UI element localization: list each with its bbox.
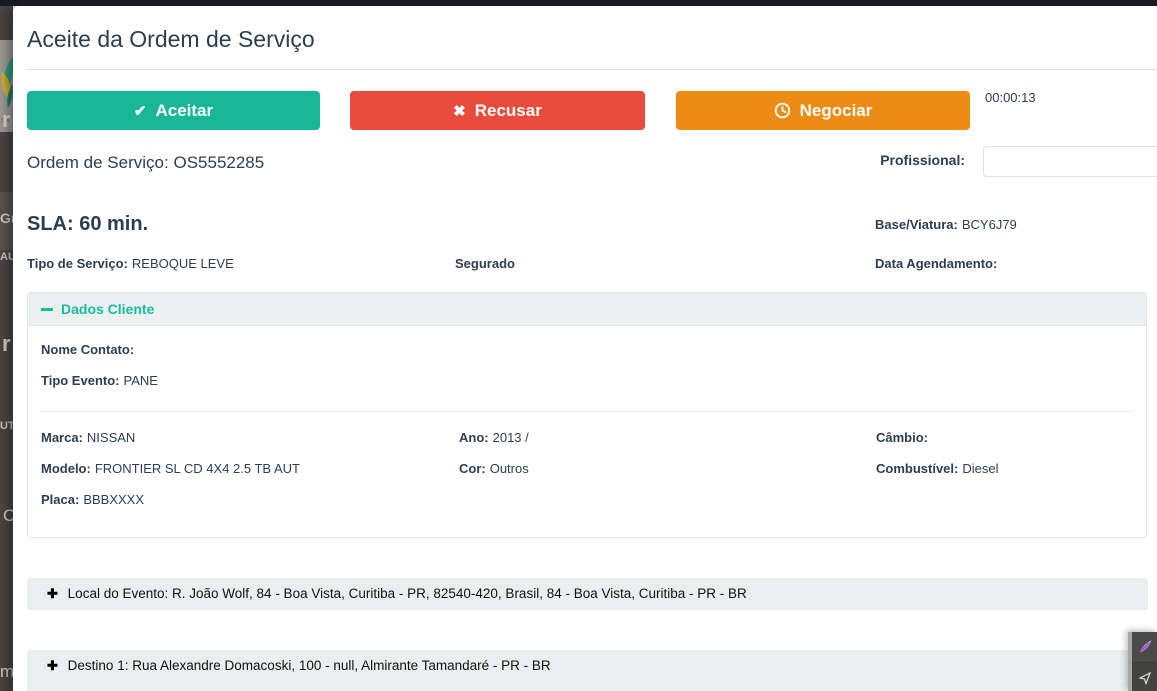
negotiate-button[interactable]: Negociar bbox=[676, 91, 970, 130]
local-do-evento-label: Local do Evento: bbox=[68, 586, 169, 601]
professional-input[interactable] bbox=[983, 146, 1157, 177]
professional-label: Profissional: bbox=[713, 152, 965, 168]
bg-text-fragment: r bbox=[2, 331, 11, 357]
bg-text-fragment: m bbox=[0, 662, 13, 682]
plus-icon: ✚ bbox=[47, 658, 58, 673]
dados-cliente-header[interactable]: Dados Cliente bbox=[28, 293, 1146, 326]
cambio-field: Câmbio: bbox=[876, 430, 932, 445]
combustivel-field: Combustível:Diesel bbox=[876, 461, 998, 476]
ano-field: Ano:2013 / bbox=[459, 430, 529, 445]
screenshot-tool-widget bbox=[1128, 632, 1157, 691]
local-do-evento-section[interactable]: ✚ Local do Evento: R. João Wolf, 84 - Bo… bbox=[27, 578, 1148, 610]
data-agendamento-field: Data Agendamento: bbox=[875, 256, 1001, 271]
order-number-line: Ordem de Serviço: OS5552285 bbox=[27, 153, 264, 173]
check-icon: ✔ bbox=[134, 102, 147, 120]
title-divider bbox=[27, 69, 1157, 70]
destino-1-label: Destino 1: bbox=[68, 658, 129, 673]
refuse-button-label: Recusar bbox=[475, 101, 542, 121]
cor-field: Cor:Outros bbox=[459, 461, 529, 476]
refuse-button[interactable]: ✖ Recusar bbox=[350, 91, 645, 130]
tipo-servico-field: Tipo de Serviço:REBOQUE LEVE bbox=[27, 256, 234, 271]
bg-text-fragment: AU bbox=[0, 251, 13, 263]
segurado-field: Segurado bbox=[455, 256, 519, 271]
modal-backdrop[interactable]: S.A r Gr AU r UT C m bbox=[0, 6, 13, 691]
order-label: Ordem de Serviço: bbox=[27, 153, 169, 172]
destino-1-section[interactable]: ✚ Destino 1: Rua Alexandre Domacoski, 10… bbox=[27, 650, 1148, 691]
order-number: OS5552285 bbox=[173, 153, 264, 172]
dados-cliente-title: Dados Cliente bbox=[61, 301, 154, 317]
modelo-field: Modelo:FRONTIER SL CD 4X4 2.5 TB AUT bbox=[41, 461, 300, 476]
placa-field: Placa:BBBXXXX bbox=[41, 492, 144, 507]
bg-text-fragment: C bbox=[3, 506, 13, 526]
negotiate-button-label: Negociar bbox=[800, 101, 873, 121]
x-icon: ✖ bbox=[453, 102, 466, 120]
service-order-accept-modal: Aceite da Ordem de Serviço ✔ Aceitar ✖ R… bbox=[13, 6, 1157, 691]
marca-field: Marca:NISSAN bbox=[41, 430, 135, 445]
plus-icon: ✚ bbox=[47, 586, 58, 601]
tipo-evento-field: Tipo Evento:PANE bbox=[41, 373, 158, 388]
destino-1-address: Rua Alexandre Domacoski, 100 - null, Alm… bbox=[132, 658, 550, 673]
modal-title: Aceite da Ordem de Serviço bbox=[27, 26, 315, 53]
base-viatura-field: Base/Viatura:BCY6J79 bbox=[875, 217, 1017, 232]
local-do-evento-address: R. João Wolf, 84 - Boa Vista, Curitiba -… bbox=[172, 586, 747, 601]
clock-icon bbox=[774, 102, 791, 119]
nome-contato-field: Nome Contato: bbox=[41, 342, 138, 357]
countdown-timer: 00:00:13 bbox=[985, 90, 1036, 105]
sla-text: SLA: 60 min. bbox=[27, 213, 148, 236]
dados-cliente-panel: Dados Cliente Nome Contato: Tipo Evento:… bbox=[27, 292, 1147, 538]
bg-text-fragment: r bbox=[2, 107, 11, 133]
accept-button[interactable]: ✔ Aceitar bbox=[27, 91, 320, 130]
accept-button-label: Aceitar bbox=[155, 101, 213, 121]
top-app-bar bbox=[0, 0, 1157, 6]
panel-divider bbox=[41, 411, 1133, 412]
cursor-arrow-icon[interactable] bbox=[1132, 662, 1157, 691]
minus-icon bbox=[41, 308, 53, 311]
bg-text-fragment: UT bbox=[0, 420, 13, 432]
bg-text-fragment: Gr bbox=[0, 210, 13, 226]
feather-pen-icon[interactable] bbox=[1132, 632, 1157, 662]
